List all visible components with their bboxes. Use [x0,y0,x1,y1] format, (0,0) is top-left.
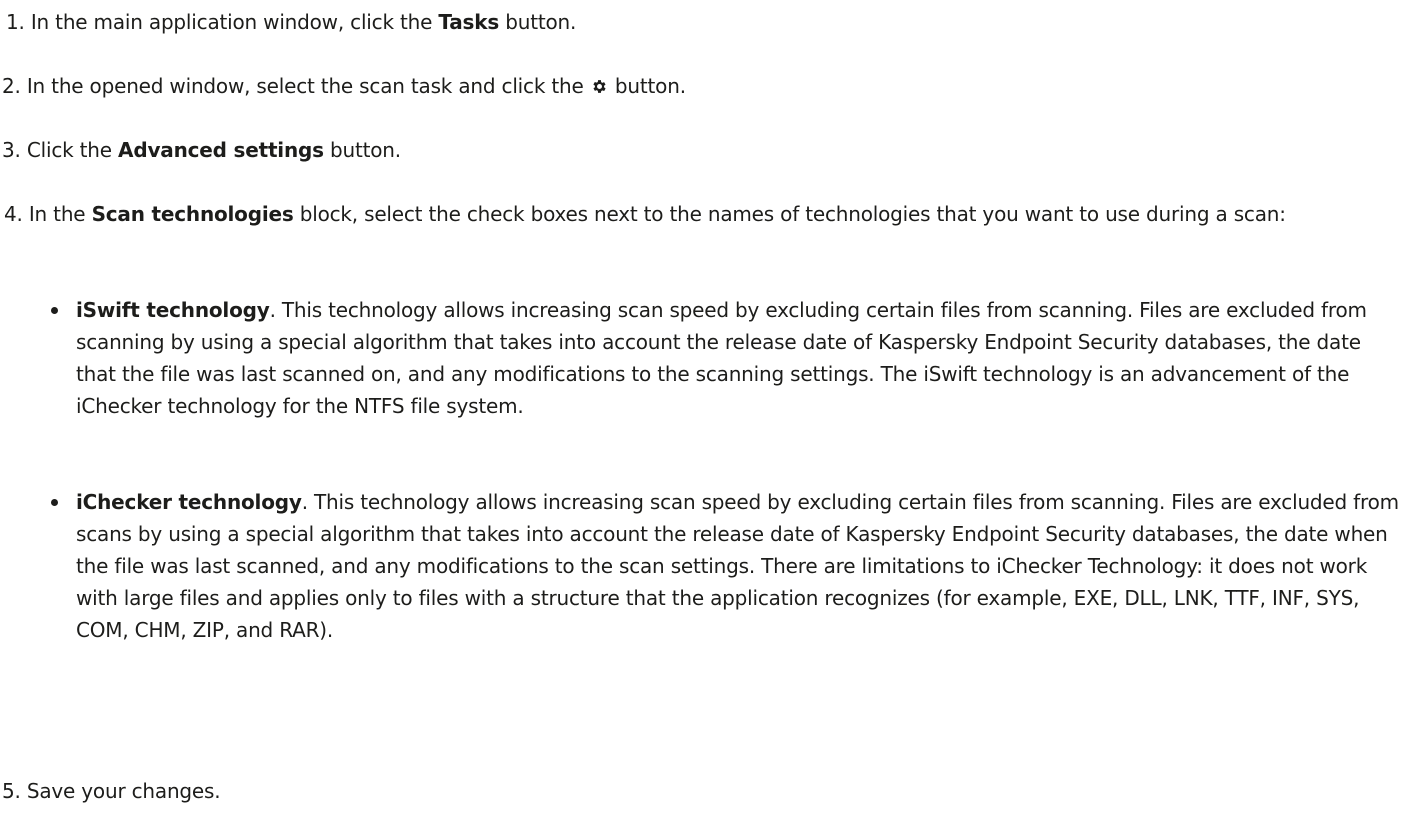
gear-icon [593,80,606,93]
step-number: 5. [2,779,21,803]
step-2: 2. In the opened window, select the scan… [2,70,1403,102]
step-text: In the main application window, click th… [24,10,439,34]
ichecker-technology-label: iChecker technology [76,490,302,514]
iswift-technology-label: iSwift technology [76,298,270,322]
step-number: 4. [4,202,23,226]
bullet-icon [51,307,58,314]
step-text: In the [22,202,92,226]
step-text: button. [323,138,401,162]
step-text: button. [499,10,577,34]
list-item: iSwift technology. This technology allow… [51,294,1399,422]
bullet-text: . This technology allows increasing scan… [76,298,1367,418]
step-4: 4. In the Scan technologies block, selec… [4,198,1403,230]
step-text: Click the [20,138,119,162]
step-text: button. [608,74,686,98]
list-item: iChecker technology. This technology all… [51,486,1399,646]
scan-technologies-label: Scan technologies [91,202,294,226]
step-5: 5. Save your changes. [2,775,1403,807]
step-number: 3. [2,138,21,162]
bullet-icon [51,499,58,506]
advanced-settings-button-label: Advanced settings [118,138,324,162]
step-text: In the opened window, select the scan ta… [20,74,590,98]
step-text: Save your changes. [20,779,221,803]
step-3: 3. Click the Advanced settings button. [2,134,1403,166]
step-1: 1. In the main application window, click… [6,6,1403,38]
step-text: block, select the check boxes next to th… [293,202,1286,226]
step-number: 2. [2,74,21,98]
tasks-button-label: Tasks [438,10,500,34]
step-number: 1. [6,10,25,34]
